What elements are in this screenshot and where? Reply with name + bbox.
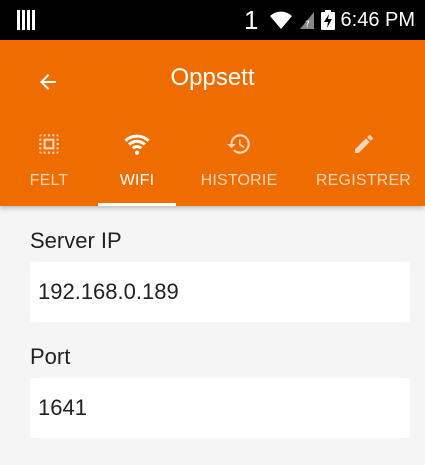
signal-icon: ?: [299, 12, 314, 30]
tab-label: WIFI: [119, 172, 155, 189]
page-title: Oppsett: [170, 64, 255, 91]
server-ip-label: Server IP: [30, 228, 122, 253]
tab-felt[interactable]: FELT: [0, 124, 98, 206]
history-icon: [226, 129, 252, 159]
tab-wifi[interactable]: WIFI: [98, 124, 176, 206]
svg-text:?: ?: [305, 20, 310, 30]
notification-count: 1: [244, 5, 259, 35]
tab-label: REGISTRER: [315, 172, 412, 189]
app-bar: Oppsett FELT WIFI HISTORIE REGISTRER: [0, 40, 425, 206]
status-time: 6:46 PM: [340, 8, 415, 31]
status-icons: 1 ? 6:46 PM: [244, 0, 415, 40]
tab-historie[interactable]: HISTORIE: [176, 124, 302, 206]
pencil-icon: [352, 129, 376, 159]
port-field[interactable]: 1641: [30, 378, 410, 438]
wifi-icon: [269, 11, 292, 29]
barcode-icon: [17, 10, 37, 30]
tab-label: HISTORIE: [200, 172, 278, 189]
wifi-icon: [123, 129, 151, 159]
server-ip-field[interactable]: 192.168.0.189: [30, 262, 410, 322]
status-bar: 1 ? 6:46 PM: [0, 0, 425, 40]
tab-label: FELT: [29, 172, 69, 189]
tab-bar: FELT WIFI HISTORIE REGISTRER: [0, 124, 425, 206]
select-all-icon: [36, 129, 62, 159]
port-label: Port: [30, 344, 71, 369]
tab-registrer[interactable]: REGISTRER: [302, 124, 425, 206]
battery-icon: [320, 10, 335, 30]
